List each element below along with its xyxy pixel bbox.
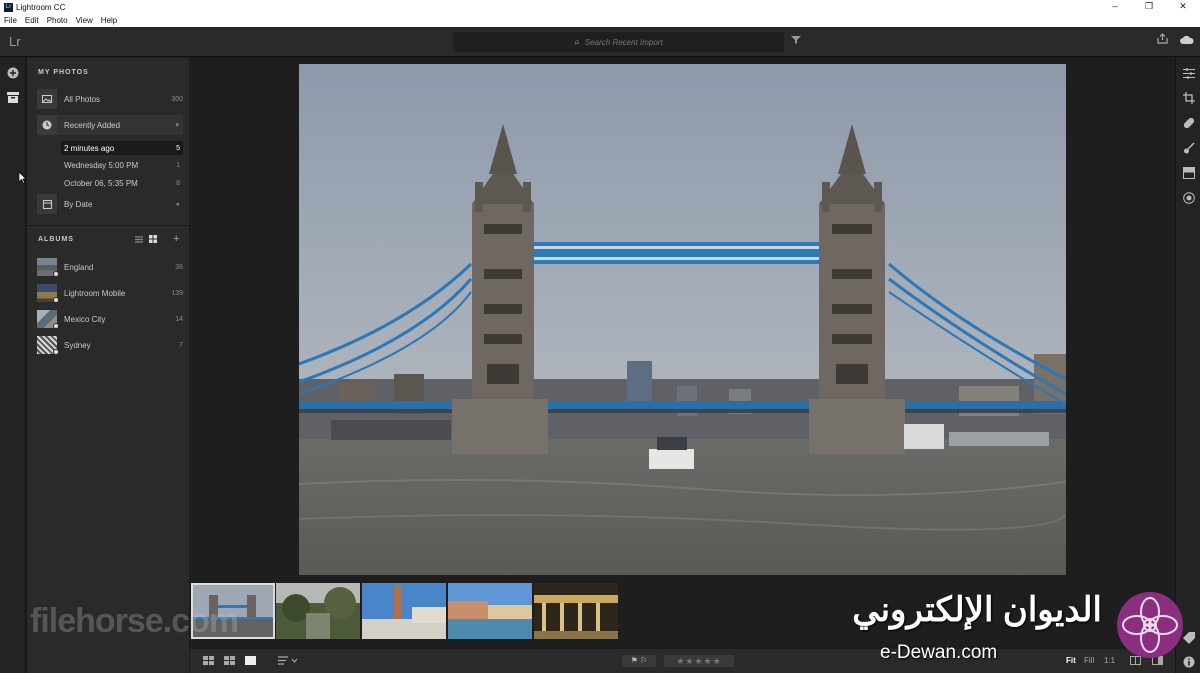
recent-item-count: 5: [176, 144, 180, 152]
window-title: Lightroom CC: [16, 2, 66, 12]
crop-icon[interactable]: [1183, 92, 1195, 107]
photo-grid-icon[interactable]: [224, 656, 235, 667]
lr-logo: Lr: [9, 34, 21, 49]
window-controls: – ❐ ✕: [1098, 0, 1200, 14]
edewan-english-text: e-Dewan.com: [880, 642, 998, 663]
photo-viewer: [190, 58, 1175, 582]
by-date-label: By Date: [64, 199, 93, 209]
search-placeholder: Search Recent Import: [584, 37, 663, 47]
album-count: 7: [179, 341, 183, 349]
square-grid-icon[interactable]: [203, 656, 214, 667]
recent-item-label: October 06, 5:35 PM: [64, 178, 138, 188]
menu-photo[interactable]: Photo: [47, 16, 68, 25]
healing-brush-icon[interactable]: [1183, 117, 1195, 132]
edit-sliders-icon[interactable]: [1183, 68, 1195, 82]
search-icon: ⌕: [574, 36, 580, 48]
by-date-item[interactable]: By Date ◂: [37, 194, 183, 214]
top-toolbar: Lr ⌕ Search Recent Import: [0, 27, 1200, 57]
all-photos-count: 300: [171, 95, 183, 103]
filmstrip-thumbnail[interactable]: [276, 583, 360, 639]
menu-help[interactable]: Help: [101, 16, 117, 25]
album-thumbnail: [37, 258, 59, 277]
add-album-button[interactable]: +: [173, 234, 179, 245]
album-thumbnail: [37, 336, 59, 355]
add-photos-icon[interactable]: [7, 67, 19, 79]
cloud-icon[interactable]: [1180, 33, 1194, 48]
albums-heading: ALBUMS: [38, 236, 74, 243]
mouse-cursor-icon: [18, 171, 27, 187]
linear-gradient-icon[interactable]: [1183, 167, 1195, 182]
app-icon: Lr: [4, 2, 13, 12]
star-rating[interactable]: ★★★★★: [664, 655, 734, 667]
album-count: 14: [175, 315, 183, 323]
my-photos-icon[interactable]: [7, 92, 19, 104]
radial-gradient-icon[interactable]: [1183, 192, 1195, 207]
album-thumbnail: [37, 284, 59, 303]
sort-icon[interactable]: [278, 656, 298, 667]
album-item[interactable]: Mexico City 14: [37, 309, 183, 329]
album-thumbnail: [37, 310, 59, 329]
calendar-icon: [37, 194, 57, 214]
album-label: England: [64, 262, 94, 272]
recent-item-label: 2 minutes ago: [64, 143, 115, 153]
recent-item-count: 1: [176, 161, 180, 169]
filter-icon[interactable]: [791, 35, 801, 48]
all-photos-item[interactable]: All Photos 300: [37, 89, 183, 109]
menu-file[interactable]: File: [4, 16, 17, 25]
menu-edit[interactable]: Edit: [25, 16, 39, 25]
chevron-left-icon[interactable]: ◂: [175, 200, 183, 208]
recently-added-label: Recently Added: [64, 120, 121, 130]
section-divider: [27, 225, 189, 226]
album-label: Mexico City: [64, 314, 106, 324]
edewan-logo-icon: [1115, 590, 1185, 660]
album-item[interactable]: Lightroom Mobile 139: [37, 283, 183, 303]
clock-icon: [37, 115, 57, 135]
album-item[interactable]: England 36: [37, 257, 183, 277]
my-photos-heading: MY PHOTOS: [38, 69, 89, 76]
album-count: 139: [171, 289, 183, 297]
edewan-arabic-text: الديوان الإلكتروني: [852, 591, 1102, 629]
lightroom-window: Lr Lightroom CC – ❐ ✕ File Edit Photo Vi…: [0, 0, 1200, 673]
left-rail: [0, 58, 26, 673]
recent-item-count: 8: [176, 179, 180, 187]
detail-view-icon[interactable]: [245, 656, 256, 667]
filmstrip-thumbnail[interactable]: [534, 583, 618, 639]
list-view-icon[interactable]: [135, 235, 143, 245]
sync-badge-icon: [53, 271, 59, 277]
sync-badge-icon: [53, 323, 59, 329]
albums-tools: +: [135, 234, 179, 245]
flag-buttons[interactable]: ⚑ ⚐: [622, 655, 656, 667]
photos-icon: [37, 89, 57, 109]
album-label: Lightroom Mobile: [64, 288, 126, 298]
filehorse-watermark: filehorse.com: [30, 602, 239, 640]
album-item[interactable]: Sydney 7: [37, 335, 183, 355]
title-bar: Lr Lightroom CC – ❐ ✕: [0, 0, 1200, 14]
grid-view-icon[interactable]: [149, 235, 157, 245]
sync-badge-icon: [53, 297, 59, 303]
close-button[interactable]: ✕: [1166, 0, 1200, 14]
search-input[interactable]: ⌕ Search Recent Import: [453, 32, 784, 52]
recent-item[interactable]: 2 minutes ago 5: [61, 141, 183, 155]
restore-button[interactable]: ❐: [1132, 0, 1166, 14]
recently-added-item[interactable]: Recently Added ▾: [37, 115, 183, 135]
edewan-watermark: الديوان الإلكتروني e-Dewan.com: [782, 590, 1192, 670]
chevron-down-icon[interactable]: ▾: [175, 121, 183, 129]
menu-view[interactable]: View: [76, 16, 93, 25]
right-rail: [1175, 58, 1200, 673]
menu-bar: File Edit Photo View Help: [0, 14, 1200, 27]
recent-item[interactable]: Wednesday 5:00 PM 1: [61, 158, 183, 172]
recent-item[interactable]: October 06, 5:35 PM 8: [61, 176, 183, 190]
main-photo[interactable]: [299, 64, 1066, 575]
minimize-button[interactable]: –: [1098, 0, 1132, 14]
sync-badge-icon: [53, 349, 59, 355]
filmstrip-thumbnail[interactable]: [362, 583, 446, 639]
left-panel: MY PHOTOS All Photos 300 Recently Added …: [27, 58, 189, 673]
filmstrip-thumbnail[interactable]: [448, 583, 532, 639]
all-photos-label: All Photos: [64, 94, 101, 104]
recent-item-label: Wednesday 5:00 PM: [64, 160, 139, 170]
album-label: Sydney: [64, 340, 91, 350]
album-count: 36: [175, 263, 183, 271]
brush-icon[interactable]: [1183, 142, 1195, 157]
share-icon[interactable]: [1157, 33, 1168, 47]
